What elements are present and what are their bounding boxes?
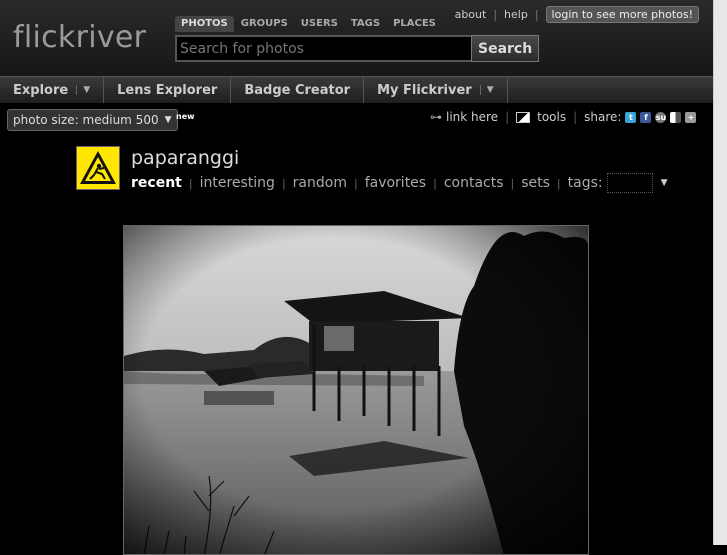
page-tools: ⊶ link here | tools | share: t f su +: [430, 110, 697, 124]
separator: |: [573, 110, 578, 124]
help-link[interactable]: help: [504, 8, 528, 21]
nav-item-my-flickriver[interactable]: My Flickriver ▼: [364, 77, 508, 103]
tab-contacts[interactable]: contacts: [444, 175, 504, 191]
chevron-down-icon[interactable]: ▼: [479, 85, 494, 95]
photo[interactable]: [123, 225, 589, 555]
separator: |: [534, 8, 539, 21]
facebook-icon[interactable]: f: [640, 111, 652, 123]
tab-favorites[interactable]: favorites: [365, 175, 426, 191]
tab-recent[interactable]: recent: [131, 175, 182, 191]
search-input[interactable]: [175, 35, 473, 62]
avatar[interactable]: [76, 146, 120, 190]
separator: |: [188, 176, 193, 190]
chevron-down-icon[interactable]: ▼: [661, 178, 668, 188]
delicious-icon[interactable]: [670, 111, 682, 123]
photo-size-label: photo size: medium 500: [13, 113, 159, 127]
chevron-down-icon: ▼: [164, 115, 172, 125]
stumbleupon-icon[interactable]: su: [655, 111, 667, 123]
warning-sign-icon: [80, 151, 116, 184]
tab-random[interactable]: random: [293, 175, 347, 191]
separator: |: [433, 176, 437, 190]
about-link[interactable]: about: [455, 8, 487, 21]
nav-item-label: Badge Creator: [244, 82, 351, 98]
user-tabs: recent | interesting | random | favorite…: [131, 173, 668, 193]
new-badge: new: [176, 112, 195, 121]
chevron-down-icon[interactable]: ▼: [76, 85, 90, 95]
nav-item-lens-explorer[interactable]: Lens Explorer: [104, 77, 232, 103]
page-scrollbar[interactable]: [713, 0, 727, 545]
login-button[interactable]: login to see more photos!: [545, 6, 699, 23]
separator: |: [510, 176, 515, 190]
user-name[interactable]: paparanggi: [131, 147, 239, 169]
separator: |: [281, 176, 286, 190]
site-header: flickriver PHOTOS GROUPS USERS TAGS PLAC…: [0, 0, 713, 80]
separator: |: [556, 176, 561, 190]
tags-select[interactable]: [606, 173, 653, 193]
nav-item-label: My Flickriver: [377, 82, 472, 98]
nav-item-explore[interactable]: Explore ▼: [0, 77, 105, 103]
search-tab-groups[interactable]: GROUPS: [235, 16, 294, 32]
search-tab-places[interactable]: PLACES: [387, 16, 442, 32]
link-icon: ⊶: [430, 110, 442, 124]
separator: |: [505, 110, 510, 124]
search-button[interactable]: Search: [471, 35, 539, 62]
search-tab-tags[interactable]: TAGS: [345, 16, 386, 32]
main-nav: Explore ▼ Lens Explorer Badge Creator My…: [0, 76, 713, 103]
search-tab-users[interactable]: USERS: [295, 16, 344, 32]
search-tab-photos[interactable]: PHOTOS: [175, 16, 234, 32]
share-label: share:: [584, 110, 622, 124]
tools-icon: [516, 111, 531, 123]
twitter-icon[interactable]: t: [625, 111, 637, 123]
more-share-icon[interactable]: +: [685, 111, 697, 123]
search-tabs: PHOTOS GROUPS USERS TAGS PLACES: [175, 16, 443, 32]
tab-interesting[interactable]: interesting: [200, 175, 275, 191]
nav-item-badge-creator[interactable]: Badge Creator: [231, 77, 365, 103]
nav-item-label: Explore: [13, 82, 69, 98]
link-here-link[interactable]: link here: [446, 110, 498, 124]
tags-label: tags:: [567, 175, 603, 191]
top-links: about | help | login to see more photos!: [455, 6, 699, 23]
flickriver-logo[interactable]: flickriver: [13, 20, 146, 55]
photo-size-select[interactable]: photo size: medium 500 ▼: [7, 109, 178, 131]
nav-item-label: Lens Explorer: [117, 82, 218, 98]
separator: |: [493, 8, 498, 21]
river-photo-image: [124, 226, 588, 554]
tools-link[interactable]: tools: [537, 110, 566, 124]
tab-sets[interactable]: sets: [521, 175, 550, 191]
separator: |: [353, 176, 358, 190]
